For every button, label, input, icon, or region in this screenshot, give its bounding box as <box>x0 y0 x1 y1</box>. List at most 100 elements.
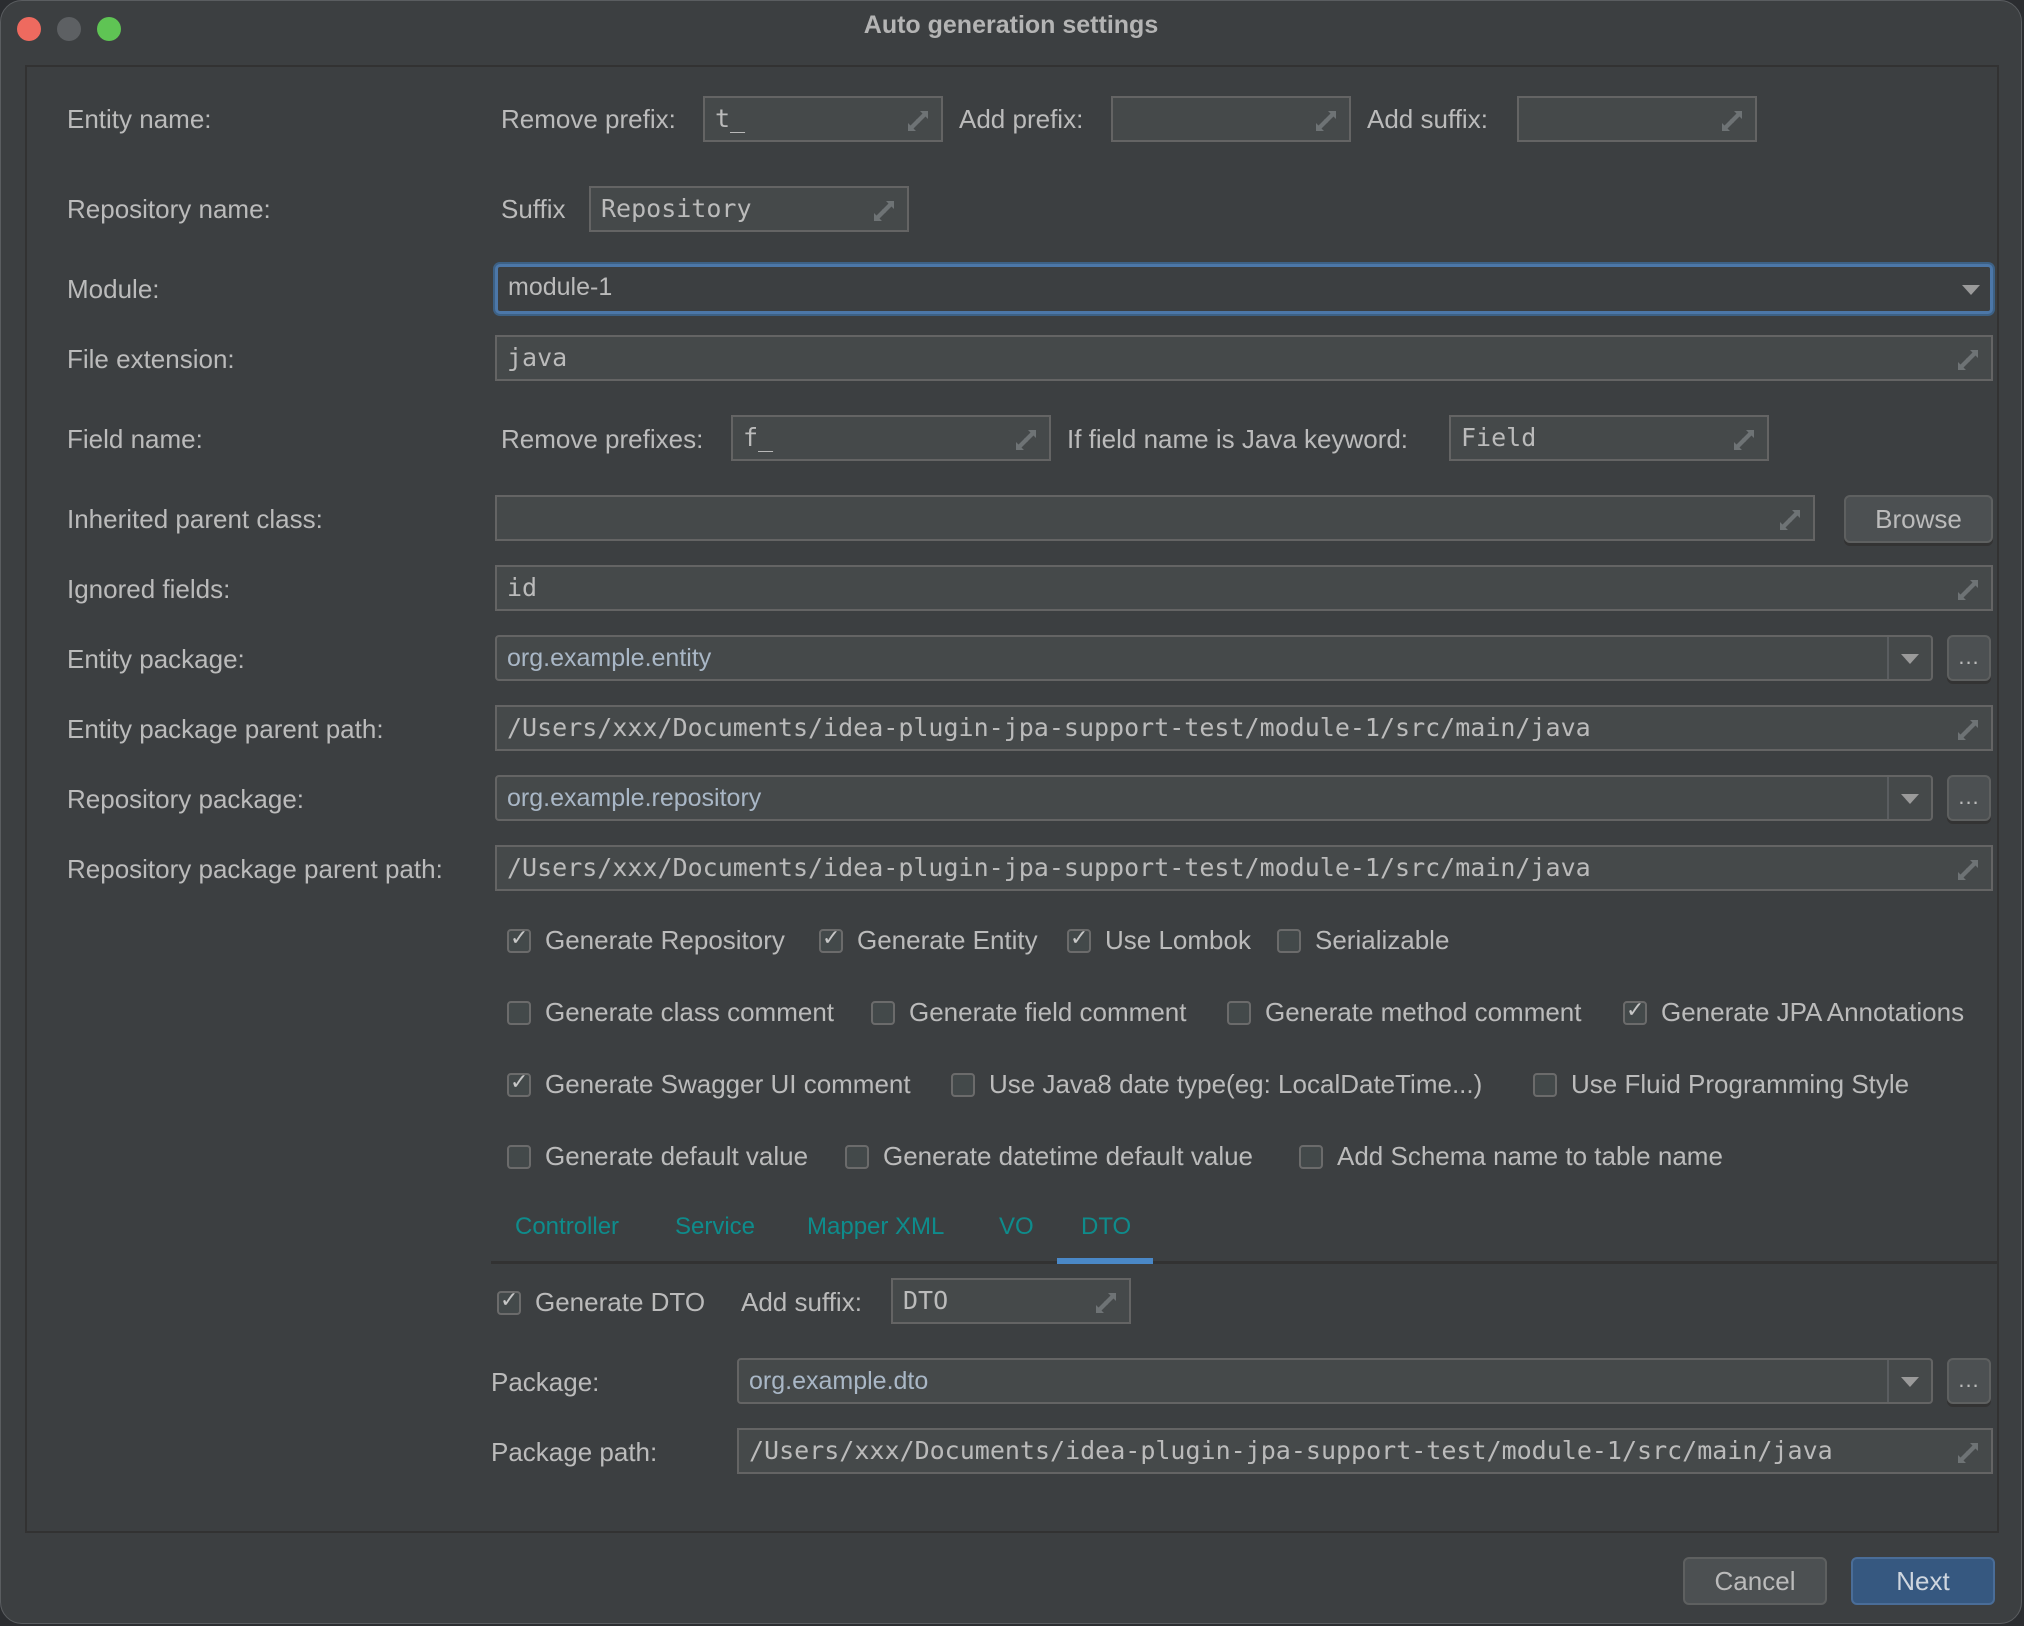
add-suffix-input[interactable] <box>1517 96 1757 142</box>
generate-entity-checkbox[interactable]: Generate Entity <box>819 925 1038 956</box>
expand-icon[interactable] <box>1093 1290 1119 1316</box>
generate-dto-checkbox[interactable]: Generate DTO <box>497 1287 705 1318</box>
expand-icon[interactable] <box>1955 347 1981 373</box>
java-keyword-label: If field name is Java keyword: <box>1067 424 1409 454</box>
checkbox-label: Generate class comment <box>545 997 835 1027</box>
expand-icon[interactable] <box>1777 507 1803 533</box>
generate-class-comment-checkbox[interactable]: Generate class comment <box>507 997 834 1028</box>
entity-package-parent-path-label: Entity package parent path: <box>67 714 384 744</box>
checkbox-label: Generate Repository <box>545 925 785 955</box>
checkbox-box <box>1067 926 1091 953</box>
tab-service[interactable]: Service <box>675 1213 755 1241</box>
entity-package-label: Entity package: <box>67 644 245 674</box>
dto-package-path-label: Package path: <box>491 1437 658 1467</box>
browse-button[interactable]: Browse <box>1844 495 1993 543</box>
generate-jpa-annotations-checkbox[interactable]: Generate JPA Annotations <box>1623 997 1964 1028</box>
expand-icon[interactable] <box>871 198 897 224</box>
repository-package-parent-path-input[interactable]: /Users/xxx/Documents/idea-plugin-jpa-sup… <box>495 845 1993 891</box>
checkbox-label: Generate Entity <box>857 925 1038 955</box>
entity-package-more-button[interactable]: ... <box>1947 635 1991 681</box>
inherited-parent-class-input[interactable] <box>495 495 1815 541</box>
cancel-button[interactable]: Cancel <box>1683 1557 1827 1605</box>
use-lombok-checkbox[interactable]: Use Lombok <box>1067 925 1251 956</box>
checkbox-box <box>951 1072 975 1097</box>
expand-icon[interactable] <box>905 108 931 134</box>
dto-suffix-input[interactable]: DTO <box>891 1278 1131 1324</box>
use-fluid-programming-style-checkbox[interactable]: Use Fluid Programming Style <box>1533 1069 1909 1100</box>
checkbox-label: Generate default value <box>545 1141 809 1171</box>
expand-icon[interactable] <box>1955 717 1981 743</box>
dto-package-more-button[interactable]: ... <box>1947 1358 1991 1404</box>
file-extension-value: java <box>507 343 568 372</box>
generation-tabs: Controller Service Mapper XML VO DTO <box>491 1201 1999 1264</box>
file-extension-label: File extension: <box>67 344 235 374</box>
dto-package-dropdown[interactable] <box>1887 1360 1931 1402</box>
tab-controller[interactable]: Controller <box>515 1213 619 1241</box>
repository-package-select[interactable]: org.example.repository <box>495 775 1933 821</box>
module-select[interactable]: module-1 <box>495 264 1993 314</box>
entity-package-dropdown[interactable] <box>1887 637 1931 679</box>
entity-package-parent-path-value: /Users/xxx/Documents/idea-plugin-jpa-sup… <box>507 713 1591 742</box>
repository-suffix-input[interactable]: Repository <box>589 186 909 232</box>
checkbox-label: Generate datetime default value <box>883 1141 1254 1171</box>
ignored-fields-input[interactable]: id <box>495 565 1993 611</box>
chevron-down-icon <box>1901 794 1919 804</box>
checkbox-label: Use Fluid Programming Style <box>1571 1069 1910 1099</box>
add-prefix-input[interactable] <box>1111 96 1351 142</box>
remove-prefixes-label: Remove prefixes: <box>501 424 704 454</box>
checkbox-box <box>1623 998 1647 1025</box>
serializable-checkbox[interactable]: Serializable <box>1277 925 1449 956</box>
ignored-fields-value: id <box>507 573 538 602</box>
repository-suffix-value: Repository <box>601 194 752 223</box>
generate-repository-checkbox[interactable]: Generate Repository <box>507 925 785 956</box>
chevron-down-icon <box>1962 285 1980 295</box>
checkbox-label: Generate method comment <box>1265 997 1582 1027</box>
checkbox-label: Generate field comment <box>909 997 1187 1027</box>
checkbox-label: Use Lombok <box>1105 925 1251 955</box>
repository-package-value: org.example.repository <box>507 784 762 812</box>
file-extension-input[interactable]: java <box>495 335 1993 381</box>
remove-prefixes-input[interactable]: f_ <box>731 415 1051 461</box>
dto-package-select[interactable]: org.example.dto <box>737 1358 1933 1404</box>
generate-datetime-default-value-checkbox[interactable]: Generate datetime default value <box>845 1141 1253 1172</box>
expand-icon[interactable] <box>1955 577 1981 603</box>
java-keyword-input[interactable]: Field <box>1449 415 1769 461</box>
checkbox-box <box>819 926 843 953</box>
expand-icon[interactable] <box>1731 427 1757 453</box>
module-value: module-1 <box>508 273 613 301</box>
dto-package-label: Package: <box>491 1367 600 1397</box>
expand-icon[interactable] <box>1313 108 1339 134</box>
dto-package-value: org.example.dto <box>749 1367 929 1395</box>
entity-package-select[interactable]: org.example.entity <box>495 635 1933 681</box>
remove-prefix-input[interactable]: t_ <box>703 96 943 142</box>
dto-suffix-value: DTO <box>903 1286 949 1315</box>
generate-default-value-checkbox[interactable]: Generate default value <box>507 1141 808 1172</box>
expand-icon[interactable] <box>1719 108 1745 134</box>
tab-dto[interactable]: DTO <box>1081 1213 1131 1241</box>
entity-package-parent-path-input[interactable]: /Users/xxx/Documents/idea-plugin-jpa-sup… <box>495 705 1993 751</box>
repository-suffix-label: Suffix <box>501 194 566 224</box>
expand-icon[interactable] <box>1955 857 1981 883</box>
dto-package-path-input[interactable]: /Users/xxx/Documents/idea-plugin-jpa-sup… <box>737 1428 1993 1474</box>
title-bar: Auto generation settings <box>1 1 2021 55</box>
remove-prefix-value: t_ <box>715 104 746 133</box>
generate-method-comment-checkbox[interactable]: Generate method comment <box>1227 997 1582 1028</box>
entity-package-value: org.example.entity <box>507 644 712 672</box>
checkbox-label: Generate DTO <box>535 1287 706 1317</box>
expand-icon[interactable] <box>1955 1440 1981 1466</box>
window-title: Auto generation settings <box>863 11 1159 39</box>
entity-name-label: Entity name: <box>67 104 212 134</box>
expand-icon[interactable] <box>1013 427 1039 453</box>
use-java8-date-type-checkbox[interactable]: Use Java8 date type(eg: LocalDateTime...… <box>951 1069 1482 1100</box>
generate-swagger-comment-checkbox[interactable]: Generate Swagger UI comment <box>507 1069 911 1100</box>
tab-mapper-xml[interactable]: Mapper XML <box>807 1213 944 1241</box>
generate-field-comment-checkbox[interactable]: Generate field comment <box>871 997 1186 1028</box>
add-schema-name-checkbox[interactable]: Add Schema name to table name <box>1299 1141 1723 1172</box>
repository-package-dropdown[interactable] <box>1887 777 1931 819</box>
tab-vo[interactable]: VO <box>999 1213 1034 1241</box>
active-tab-indicator <box>1057 1258 1153 1264</box>
repository-package-more-button[interactable]: ... <box>1947 775 1991 821</box>
next-button[interactable]: Next <box>1851 1557 1995 1605</box>
field-name-label: Field name: <box>67 424 203 454</box>
chevron-down-icon <box>1901 1377 1919 1387</box>
